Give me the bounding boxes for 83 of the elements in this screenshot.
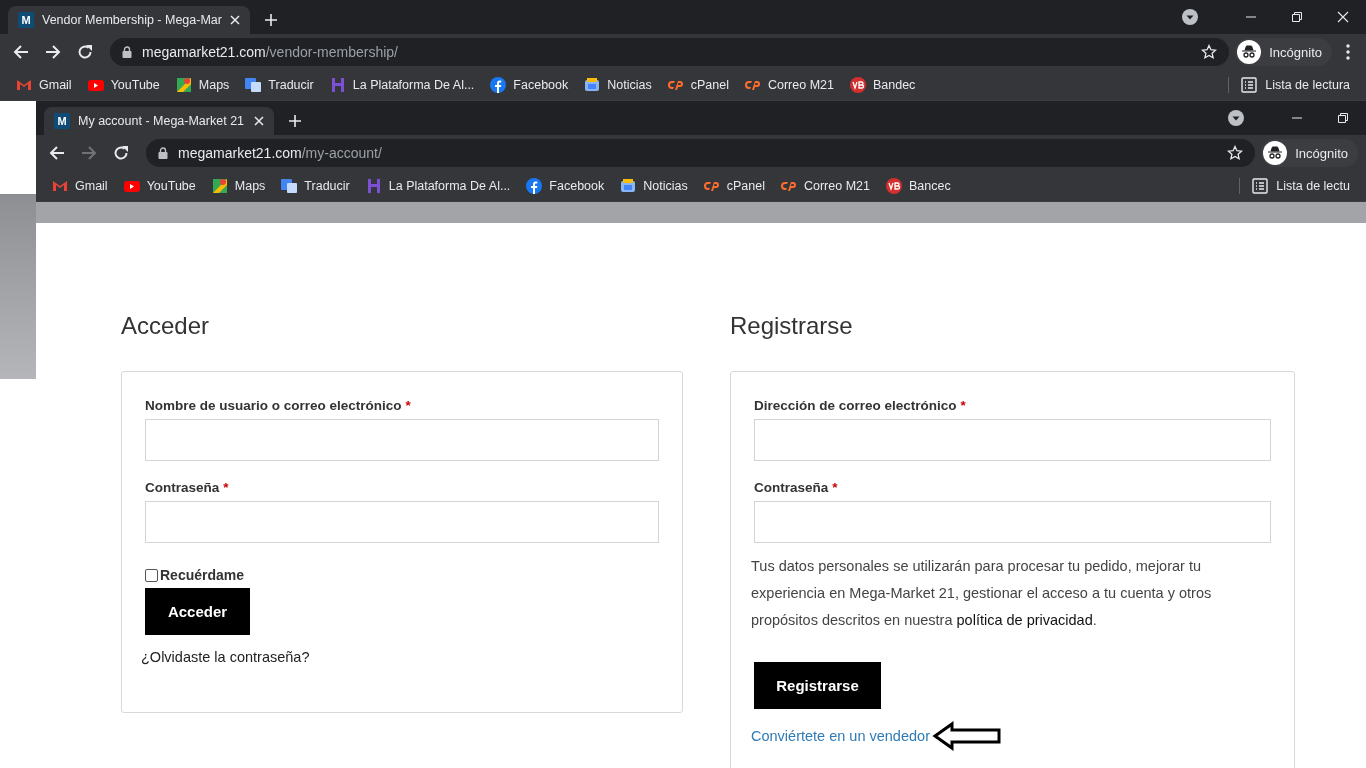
tab-search-icon[interactable] (1182, 9, 1198, 25)
field-label: Contraseña * (145, 480, 230, 495)
browser-tab[interactable]: M Vendor Membership - Mega-Mar (8, 6, 250, 34)
h-logo-icon (365, 178, 382, 194)
facebook-icon (490, 77, 507, 93)
browser-tab[interactable]: M My account - Mega-Market 21 (44, 107, 274, 135)
field-label: Dirección de correo electrónico * (754, 398, 967, 413)
mail-icon (52, 178, 68, 194)
bookmark-item[interactable]: La Plataforma De Al... (357, 178, 519, 194)
bookmark-item[interactable]: Traducir (237, 77, 322, 93)
bank-logo-icon (885, 178, 902, 194)
field-label: Nombre de usuario o correo electrónico * (145, 398, 412, 413)
play-icon (87, 77, 104, 93)
lock-icon (158, 147, 168, 159)
news-icon (584, 77, 601, 93)
lock-icon (122, 46, 132, 58)
news-icon (620, 178, 637, 194)
mail-icon (16, 77, 32, 93)
checkbox[interactable] (145, 568, 158, 582)
bookmark-item[interactable]: Bandec (841, 77, 924, 93)
tab-search-icon[interactable] (1228, 110, 1244, 126)
input-field[interactable] (754, 419, 1271, 461)
bookmark-item[interactable]: YouTube (115, 178, 204, 194)
site-favicon-icon: M (54, 113, 70, 129)
bookmark-item[interactable]: YouTube (79, 77, 168, 93)
input-field[interactable] (145, 501, 659, 543)
site-favicon-icon: M (18, 12, 34, 28)
map-icon (175, 77, 192, 93)
section-heading: Acceder (121, 311, 211, 341)
incognito-icon (1263, 141, 1288, 165)
incognito-icon (1237, 40, 1262, 64)
bookmark-item[interactable]: Traducir (273, 178, 358, 194)
translate-icon (281, 178, 298, 194)
translate-icon (245, 77, 262, 93)
reading-list-button[interactable]: Lista de lectu (1239, 178, 1358, 194)
facebook-icon (526, 178, 543, 194)
input-field[interactable] (754, 501, 1271, 543)
incognito-profile-button[interactable]: Incógnito (1261, 139, 1358, 167)
privacy-notice: Tus datos personales se utilizarán para procesar tu pedido, mejorar tu experiencia en Mega-Market 21, gestionar el acceso a tu cuenta y otros propósitos descritos en nuestra política de privacidad. (751, 557, 1213, 630)
login-button[interactable]: Acceder (145, 588, 250, 635)
checkbox-label: Recuérdame (160, 567, 245, 583)
bookmark-item[interactable]: Bancec (877, 178, 959, 194)
new-tab-icon[interactable] (288, 114, 302, 128)
address-bar[interactable]: megamarket21.com/vendor-membership/ (110, 38, 1230, 66)
arrow-drawing (931, 721, 1002, 751)
address-bar[interactable]: megamarket21.com/my-account/ (146, 139, 1256, 167)
field-label: Contraseña * (754, 480, 839, 495)
bank-logo-icon (849, 77, 866, 93)
bookmark-item[interactable]: La Plataforma De Al... (321, 77, 483, 93)
bookmark-item[interactable]: Correo M21 (772, 178, 878, 194)
bookmark-star-icon[interactable] (1201, 44, 1218, 60)
list-icon (1252, 178, 1269, 194)
close-icon[interactable] (229, 15, 240, 25)
close-icon[interactable] (254, 116, 264, 126)
menu-icon[interactable] (1346, 44, 1350, 60)
register-button[interactable]: Registrarse (754, 662, 881, 709)
lost-password-link[interactable]: ¿Olvidaste la contraseña? (141, 649, 659, 665)
privacy-policy-link[interactable]: política de privacidad (956, 612, 1093, 628)
bookmark-item[interactable]: Facebook (482, 77, 577, 93)
section-heading: Registrarse (730, 311, 854, 341)
play-icon (123, 178, 140, 194)
list-icon (1241, 77, 1258, 93)
bookmark-item[interactable]: Maps (167, 77, 238, 93)
bookmark-item[interactable]: Gmail (44, 178, 116, 194)
new-tab-icon[interactable] (263, 13, 278, 27)
map-icon (211, 178, 228, 194)
close-icon[interactable] (1337, 11, 1349, 23)
incognito-profile-button[interactable]: Incógnito (1235, 38, 1332, 66)
bookmark-item[interactable]: cPanel (659, 77, 737, 93)
become-vendor-link[interactable]: Conviértete en un vendedor (751, 728, 930, 744)
bookmark-item[interactable]: Gmail (8, 77, 80, 93)
restore-icon[interactable] (1337, 112, 1349, 124)
bookmark-item[interactable]: Maps (203, 178, 274, 194)
bookmark-item[interactable]: cPanel (695, 178, 773, 194)
reading-list-button[interactable]: Lista de lectura (1228, 77, 1358, 93)
bookmark-item[interactable]: Correo M21 (736, 77, 842, 93)
input-field[interactable] (145, 419, 659, 461)
bookmark-item[interactable]: Noticias (576, 77, 660, 93)
bookmark-item[interactable]: Noticias (612, 178, 696, 194)
bookmark-star-icon[interactable] (1227, 145, 1244, 161)
h-logo-icon (329, 77, 346, 93)
restore-icon[interactable] (1291, 11, 1303, 23)
bookmark-item[interactable]: Facebook (518, 178, 613, 194)
